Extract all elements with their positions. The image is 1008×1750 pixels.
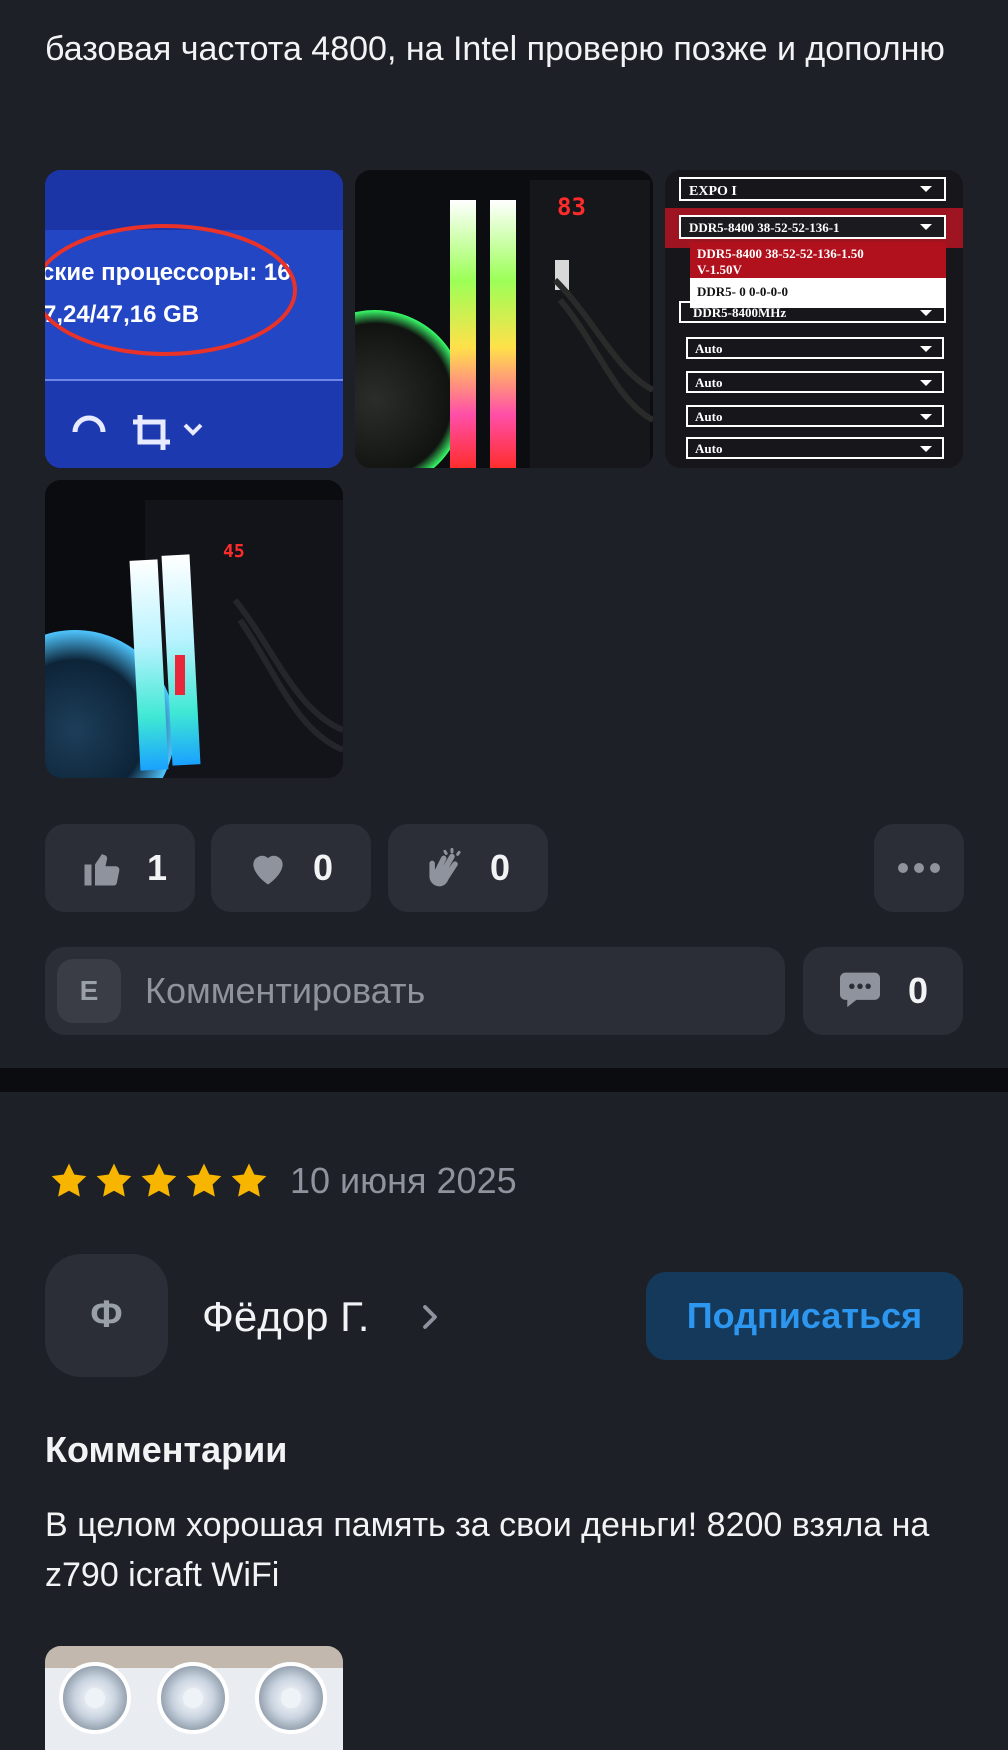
clap-button[interactable]: 0 xyxy=(388,824,548,912)
user-avatar: E xyxy=(57,959,121,1023)
like-count: 1 xyxy=(147,847,168,888)
review-divider xyxy=(0,1068,1008,1092)
photo-ram-modules: 83 xyxy=(355,170,653,468)
photo1-line-1: ские процессоры: 16 xyxy=(45,259,291,286)
photo-ram-installed: 45 xyxy=(45,480,343,778)
subscribe-button[interactable]: Подписаться xyxy=(646,1272,963,1360)
photo2-debug-code: 83 xyxy=(557,193,586,221)
bios-row-7: Auto xyxy=(695,341,722,356)
star-icon xyxy=(231,1163,267,1197)
photo-bios-settings: EXPO I DDR5-8400 38-52-52-136-1 DDR5-840… xyxy=(665,170,963,468)
review-photo-4[interactable]: 45 xyxy=(45,480,343,778)
rating-stars xyxy=(48,1160,270,1202)
star-icon xyxy=(96,1163,132,1197)
photo1-line-2: 7,24/47,16 GB xyxy=(45,301,199,328)
author-name[interactable]: Фёдор Г. xyxy=(202,1292,369,1342)
review-photo-1[interactable]: ские процессоры: 16 7,24/47,16 GB xyxy=(45,170,343,468)
comment-bubble-icon xyxy=(838,969,882,1014)
photo-task-manager: ские процессоры: 16 7,24/47,16 GB xyxy=(45,170,343,468)
author-avatar[interactable]: Ф xyxy=(45,1254,168,1377)
star-icon xyxy=(51,1163,87,1197)
heart-count: 0 xyxy=(313,847,334,888)
bios-row-8: Auto xyxy=(695,375,722,390)
bios-row-1: EXPO I xyxy=(689,184,737,199)
comment-input[interactable]: E Комментировать xyxy=(45,947,785,1035)
review-text: базовая частота 4800, на Intel проверю п… xyxy=(45,30,945,68)
comments-button[interactable]: 0 xyxy=(803,947,963,1035)
clap-count: 0 xyxy=(490,847,511,888)
bios-row-6: DDR5-8400MHz xyxy=(693,305,786,320)
star-icon xyxy=(141,1163,177,1197)
thumbs-up-icon xyxy=(79,845,125,891)
bios-row-5: DDR5- 0 0-0-0-0 xyxy=(697,284,788,299)
star-icon xyxy=(186,1163,222,1197)
like-button[interactable]: 1 xyxy=(45,824,195,912)
bios-row-10: Auto xyxy=(695,441,722,456)
section-title: Комментарии xyxy=(45,1429,288,1470)
comment-placeholder: Комментировать xyxy=(145,970,426,1011)
photo4-debug-code: 45 xyxy=(223,541,245,562)
photo-white-pc xyxy=(45,1646,343,1750)
bios-row-3: DDR5-8400 38-52-52-136-1.50 xyxy=(697,246,864,261)
review-card: базовая частота 4800, на Intel проверю п… xyxy=(0,0,1008,1068)
comments-count: 0 xyxy=(907,970,929,1011)
review-photo-3[interactable]: EXPO I DDR5-8400 38-52-52-136-1 DDR5-840… xyxy=(665,170,963,468)
more-dots-icon xyxy=(898,863,940,873)
heart-icon xyxy=(245,845,291,891)
bios-row-9: Auto xyxy=(695,409,722,424)
review2-photo-1[interactable] xyxy=(45,1646,343,1750)
review-date: 10 июня 2025 xyxy=(290,1160,517,1201)
bios-row-4: V-1.50V xyxy=(697,262,743,277)
clap-icon xyxy=(422,845,468,891)
heart-button[interactable]: 0 xyxy=(211,824,371,912)
chevron-right-icon[interactable] xyxy=(416,1302,444,1332)
more-options-button[interactable] xyxy=(874,824,964,912)
review-photo-2[interactable]: 83 xyxy=(355,170,653,468)
bios-row-2: DDR5-8400 38-52-52-136-1 xyxy=(689,220,840,235)
review-comment-text: В целом хорошая память за свои деньги! 8… xyxy=(45,1506,930,1594)
